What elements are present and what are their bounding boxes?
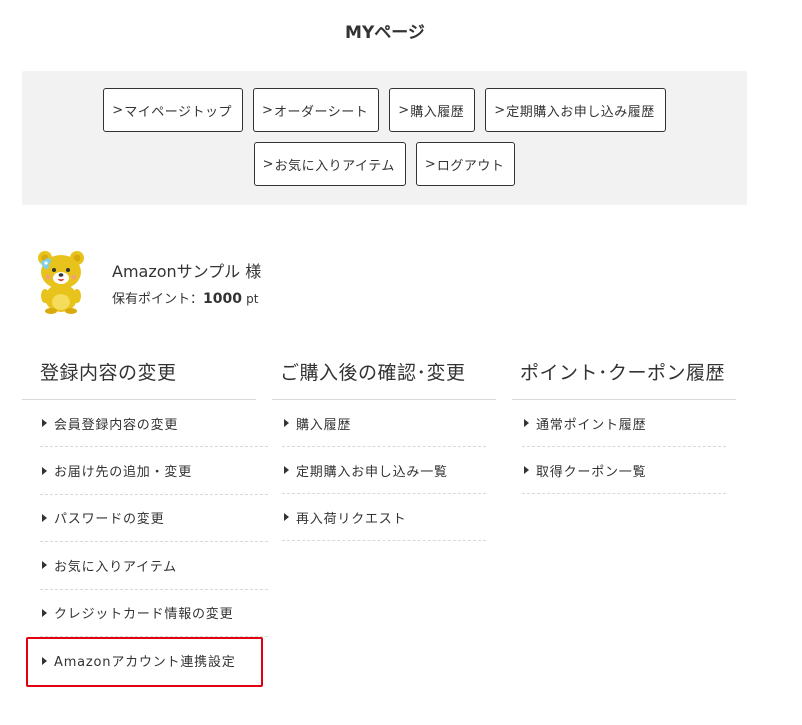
nav-button-label: 定期購入お申し込み履歴 xyxy=(506,104,655,120)
nav-button-label: マイページトップ xyxy=(124,104,232,120)
menu-item-label: パスワードの変更 xyxy=(54,512,165,528)
after-purchase-menu: 購入履歴 定期購入お申し込み一覧 再入荷リクエスト xyxy=(282,400,486,541)
points-balance: 保有ポイント：1000 pt xyxy=(112,288,258,307)
menu-item-label: 会員登録内容の変更 xyxy=(54,417,179,433)
menu-item-label: 取得クーポン一覧 xyxy=(536,464,647,480)
caret-right-icon xyxy=(42,608,47,617)
nav-button-label: 購入履歴 xyxy=(410,104,465,120)
chevron-right-icon: > xyxy=(262,156,275,172)
after-purchase-column-title: ご購入後の確認･変更 xyxy=(272,360,496,400)
menu-item-subscription-list[interactable]: 定期購入お申し込み一覧 xyxy=(282,447,486,494)
points-unit: pt xyxy=(246,292,259,306)
nav-subscription-history-button[interactable]: > 定期購入お申し込み履歴 xyxy=(485,88,666,132)
nav-order-sheet-button[interactable]: > オーダーシート xyxy=(252,88,380,132)
menu-item-label: 再入荷リクエスト xyxy=(296,511,407,527)
points-coupon-menu: 通常ポイント履歴 取得クーポン一覧 xyxy=(522,400,726,494)
chevron-right-icon: > xyxy=(112,102,124,118)
caret-right-icon xyxy=(284,419,289,427)
caret-right-icon xyxy=(284,466,289,474)
menu-item-label: お届け先の追加・変更 xyxy=(54,465,193,481)
menu-item-purchase-history[interactable]: 購入履歴 xyxy=(282,400,486,447)
points-label: 保有ポイント： xyxy=(112,292,204,307)
after-purchase-column: ご購入後の確認･変更 購入履歴 定期購入お申し込み一覧 再入荷リクエスト xyxy=(272,360,496,541)
registration-column-title: 登録内容の変更 xyxy=(22,360,256,400)
nav-favorites-button[interactable]: > お気に入りアイテム xyxy=(253,142,406,186)
menu-item-member-info[interactable]: 会員登録内容の変更 xyxy=(40,400,268,448)
menu-item-label: Amazonアカウント連携設定 xyxy=(54,655,236,671)
chevron-right-icon: > xyxy=(398,102,410,118)
points-coupon-column-title: ポイント･クーポン履歴 xyxy=(512,360,736,400)
menu-item-points-history[interactable]: 通常ポイント履歴 xyxy=(522,400,726,447)
chevron-right-icon: > xyxy=(494,102,506,118)
caret-right-icon xyxy=(42,466,47,475)
menu-item-label: 定期購入お申し込み一覧 xyxy=(296,464,448,480)
caret-right-icon xyxy=(284,513,289,521)
menu-item-restock-request[interactable]: 再入荷リクエスト xyxy=(282,494,486,541)
registration-column: 登録内容の変更 会員登録内容の変更 お届け先の追加・変更 パスワードの変更 お気… xyxy=(22,360,268,684)
nav-button-label: ログアウト xyxy=(436,158,505,174)
caret-right-icon xyxy=(42,656,47,665)
nav-purchase-history-button[interactable]: > 購入履歴 xyxy=(389,88,476,132)
menu-item-label: 購入履歴 xyxy=(296,417,352,433)
nav-logout-button[interactable]: > ログアウト xyxy=(415,142,516,186)
nav-button-label: オーダーシート xyxy=(273,104,369,120)
menu-item-favorites[interactable]: お気に入りアイテム xyxy=(40,542,268,590)
caret-right-icon xyxy=(42,419,47,428)
chevron-right-icon: > xyxy=(424,156,437,172)
menu-item-shipping-address[interactable]: お届け先の追加・変更 xyxy=(40,447,268,495)
menu-item-password[interactable]: パスワードの変更 xyxy=(40,495,268,543)
bear-mascot-icon xyxy=(36,248,86,314)
chevron-right-icon: > xyxy=(261,102,274,118)
registration-menu: 会員登録内容の変更 お届け先の追加・変更 パスワードの変更 お気に入りアイテム … xyxy=(40,400,268,684)
menu-item-label: 通常ポイント履歴 xyxy=(536,417,647,433)
nav-row-1: > マイページトップ > オーダーシート > 購入履歴 > 定期購入お申し込み履歴 xyxy=(22,88,747,132)
nav-button-label: お気に入りアイテム xyxy=(274,158,395,174)
nav-row-2: > お気に入りアイテム > ログアウト xyxy=(22,142,747,186)
nav-mypage-top-button[interactable]: > マイページトップ xyxy=(103,88,243,132)
caret-right-icon xyxy=(42,561,47,570)
mypage-nav-panel: > マイページトップ > オーダーシート > 購入履歴 > 定期購入お申し込み履歴 > お… xyxy=(22,71,747,205)
caret-right-icon xyxy=(42,513,47,522)
menu-item-label: お気に入りアイテム xyxy=(54,559,177,575)
menu-item-coupon-list[interactable]: 取得クーポン一覧 xyxy=(522,447,726,494)
points-coupon-column: ポイント･クーポン履歴 通常ポイント履歴 取得クーポン一覧 xyxy=(512,360,736,494)
menu-item-amazon-account-link[interactable]: Amazonアカウント連携設定 xyxy=(40,637,268,684)
menu-item-credit-card[interactable]: クレジットカード情報の変更 xyxy=(40,590,268,637)
menu-item-label: クレジットカード情報の変更 xyxy=(54,607,234,623)
user-name: Amazonサンプル 様 xyxy=(112,262,262,281)
points-value: 1000 xyxy=(203,291,242,307)
page-title: MYページ xyxy=(345,23,425,43)
caret-right-icon xyxy=(524,419,529,427)
caret-right-icon xyxy=(524,466,529,474)
